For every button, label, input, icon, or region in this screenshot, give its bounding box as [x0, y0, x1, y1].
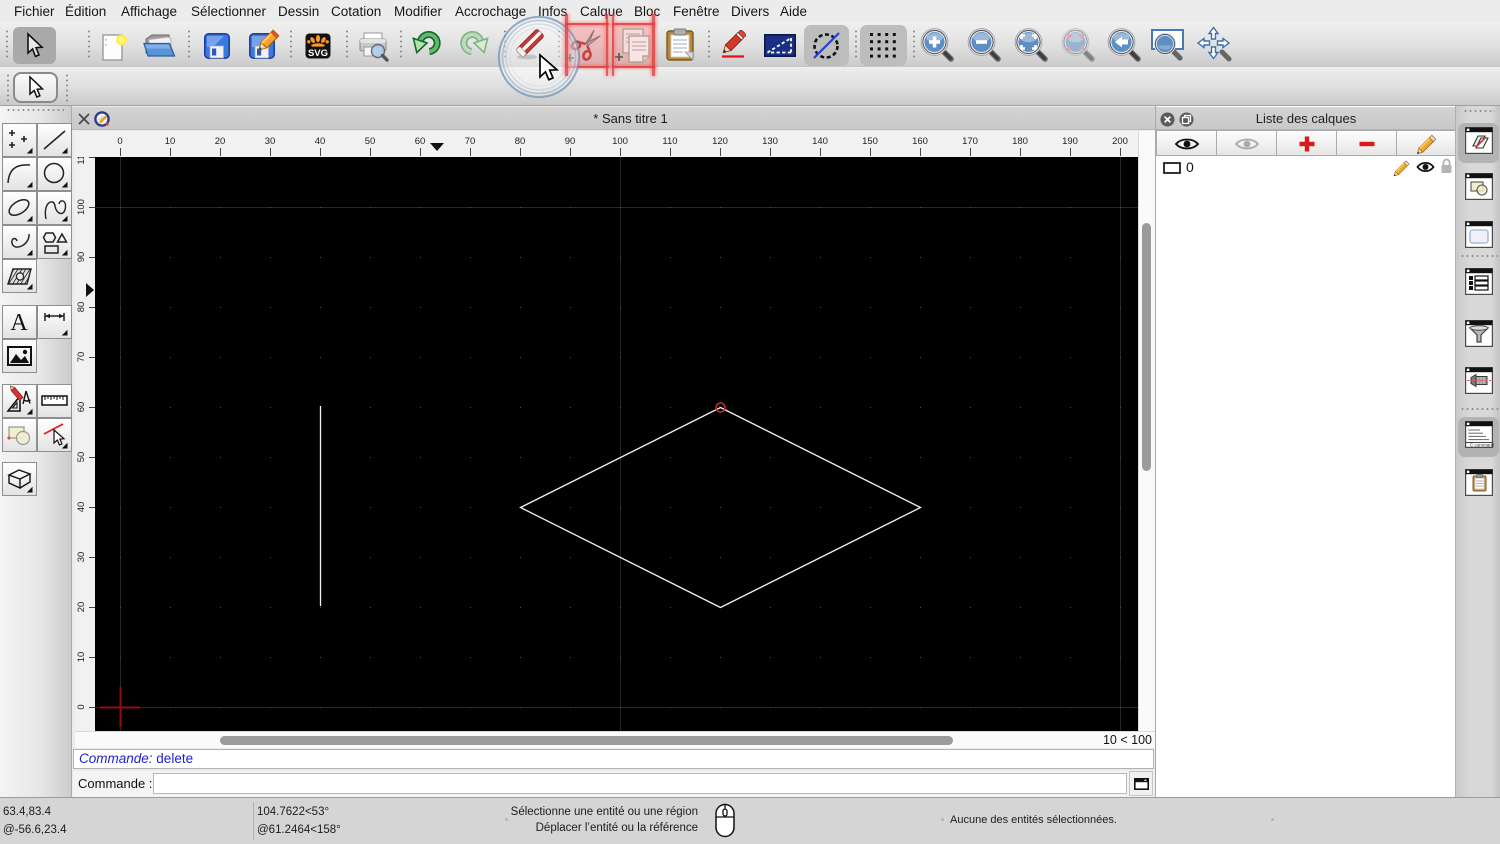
svg-text:100: 100: [612, 136, 628, 147]
svg-text:60: 60: [76, 402, 87, 413]
svg-text:190: 190: [1062, 136, 1078, 147]
svg-text:C command: C command: [1470, 443, 1495, 448]
svg-text:50: 50: [365, 136, 376, 147]
svg-text:70: 70: [76, 352, 87, 363]
svg-text:0: 0: [76, 704, 87, 709]
svg-text:170: 170: [962, 136, 978, 147]
svg-text:50: 50: [76, 452, 87, 463]
svg-text:30: 30: [76, 552, 87, 563]
svg-text:150: 150: [862, 136, 878, 147]
svg-text:20: 20: [215, 136, 226, 147]
svg-text:110: 110: [76, 157, 87, 165]
svg-text:200: 200: [1112, 136, 1128, 147]
svg-text:140: 140: [812, 136, 828, 147]
svg-text:160: 160: [912, 136, 928, 147]
svg-text:100: 100: [76, 199, 87, 215]
svg-text:10: 10: [165, 136, 176, 147]
svg-text:20: 20: [76, 602, 87, 613]
svg-text:110: 110: [662, 136, 677, 147]
svg-text:10: 10: [76, 652, 87, 663]
svg-text:SVG: SVG: [308, 48, 328, 59]
svg-text:80: 80: [515, 136, 526, 147]
svg-text:90: 90: [76, 252, 87, 263]
svg-text:70: 70: [465, 136, 476, 147]
svg-text:0: 0: [117, 136, 122, 147]
svg-text:180: 180: [1012, 136, 1028, 147]
svg-text:30: 30: [265, 136, 276, 147]
svg-text:A: A: [10, 310, 28, 336]
svg-text:90: 90: [565, 136, 576, 147]
svg-text:80: 80: [76, 302, 87, 313]
svg-text:130: 130: [762, 136, 778, 147]
svg-text:40: 40: [315, 136, 326, 147]
svg-text:60: 60: [415, 136, 426, 147]
svg-text:40: 40: [76, 502, 87, 513]
svg-text:120: 120: [712, 136, 728, 147]
